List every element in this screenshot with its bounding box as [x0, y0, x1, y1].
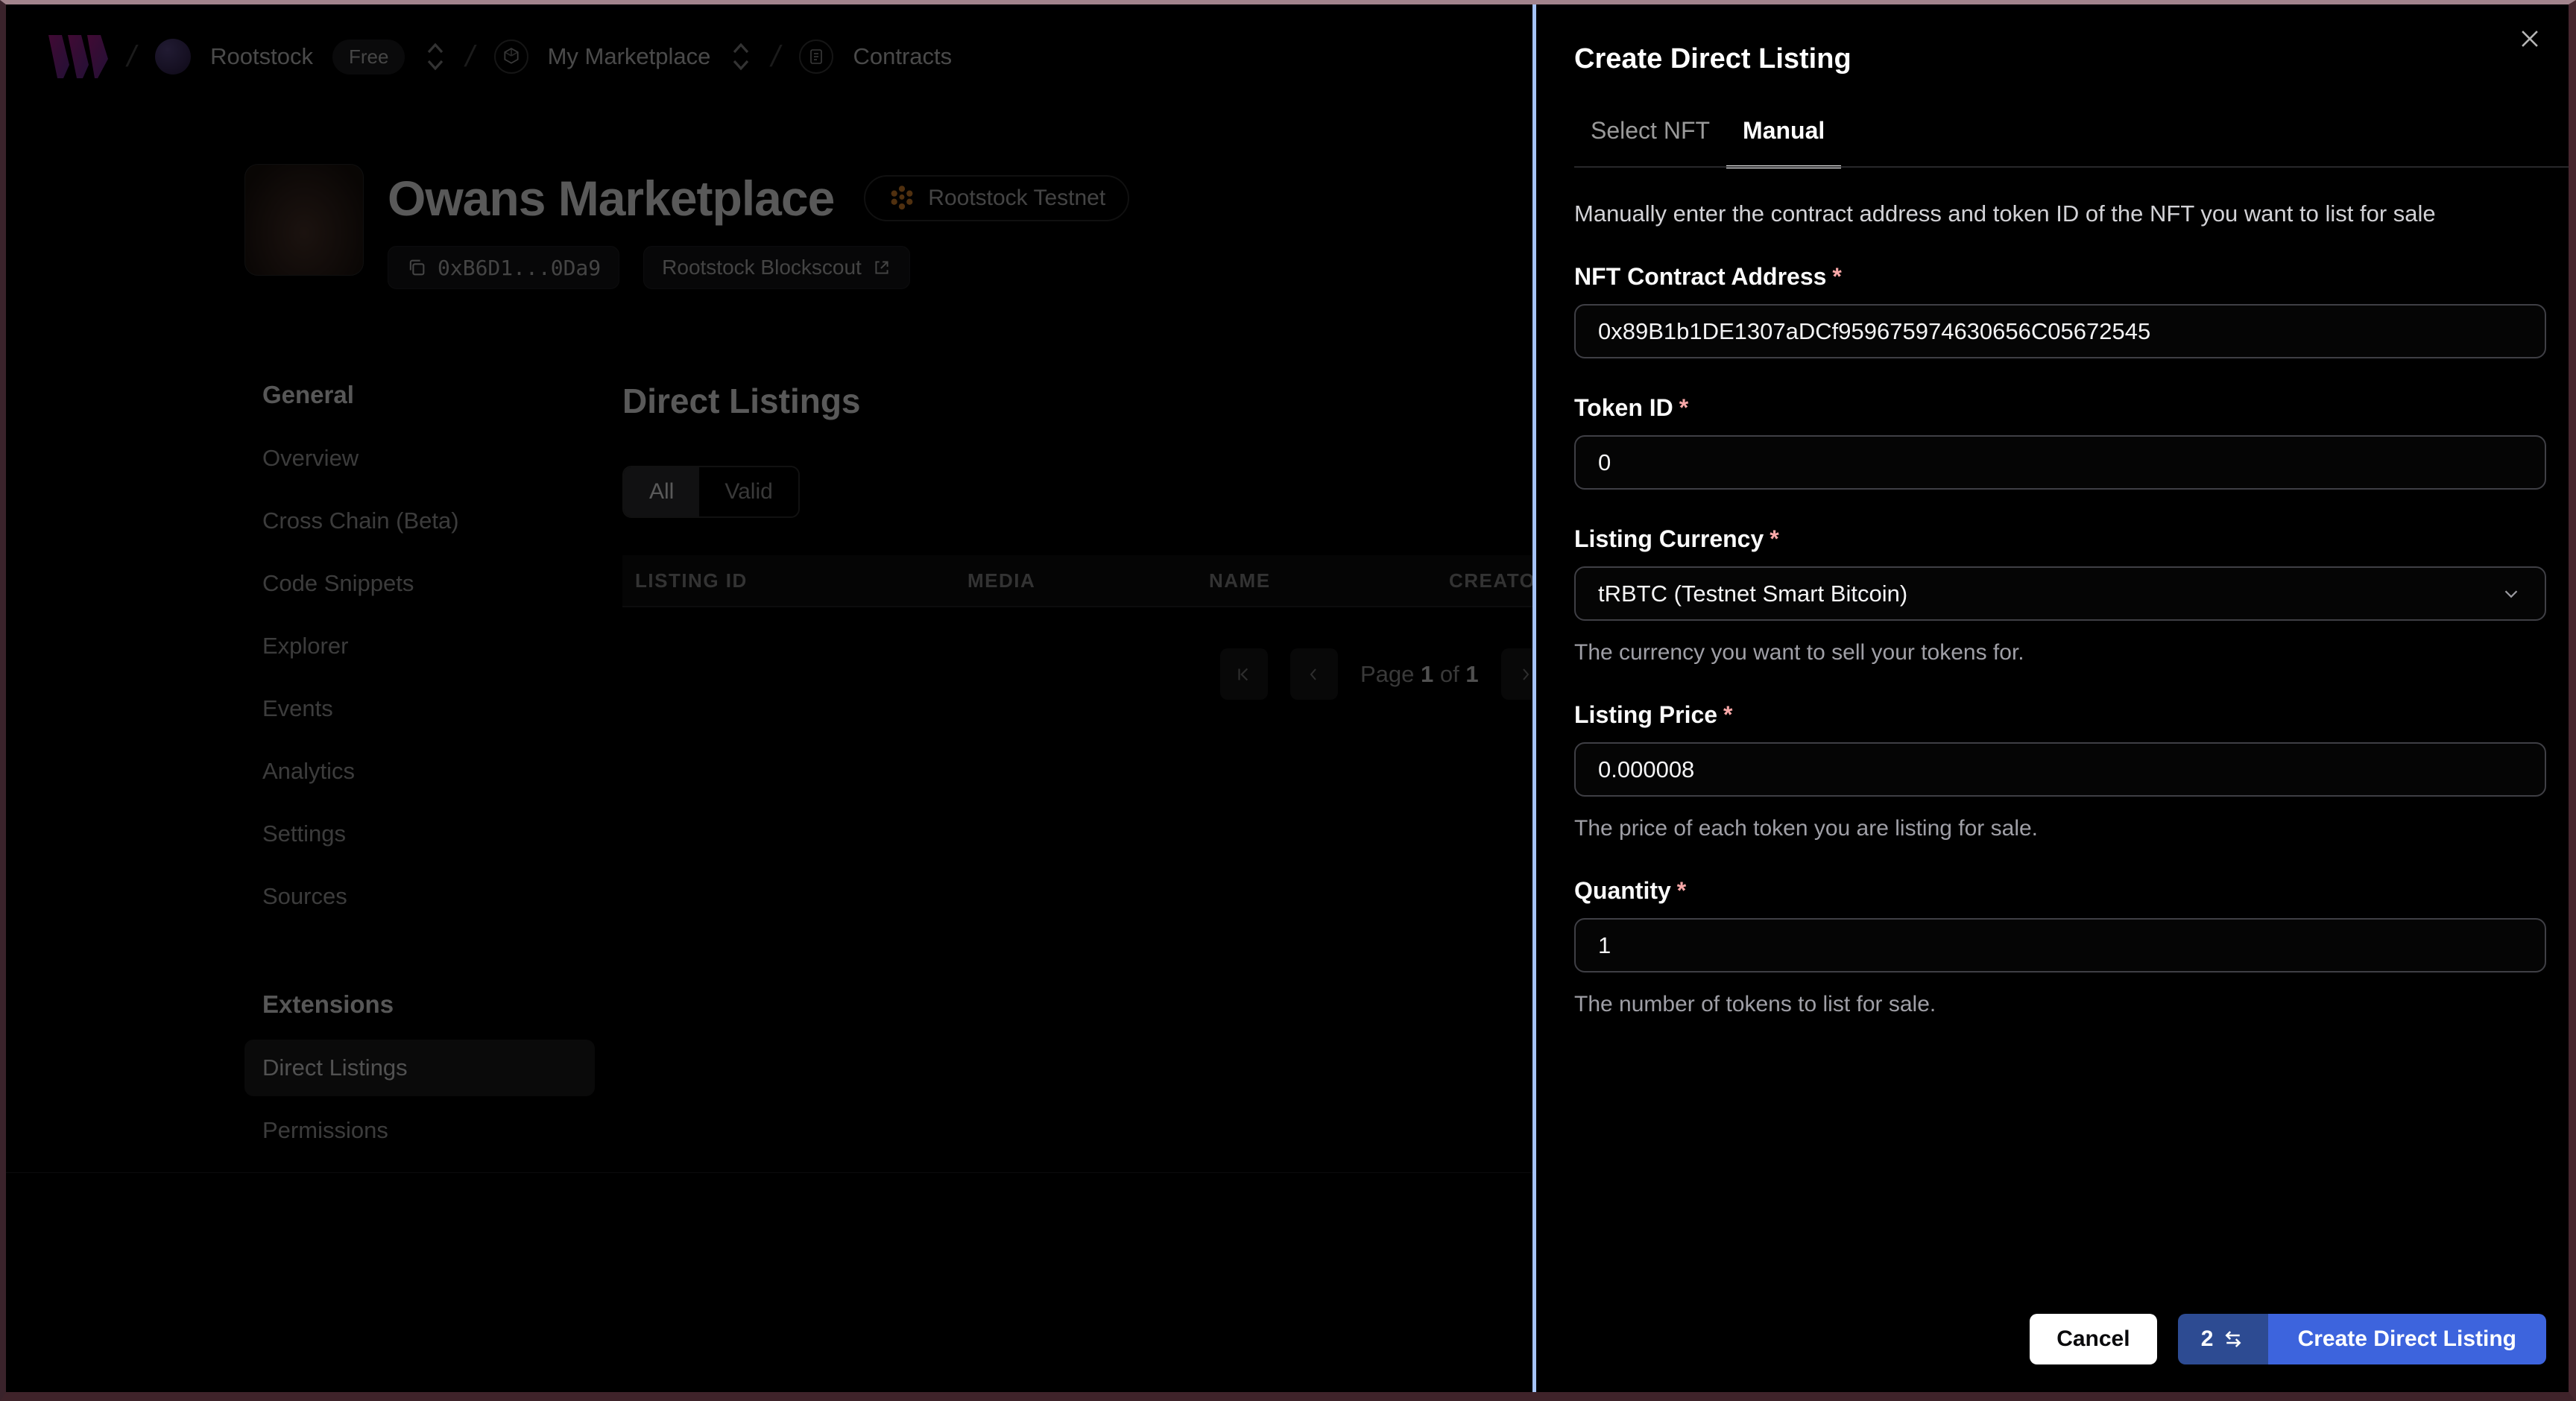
- tx-count: 2: [2200, 1326, 2214, 1351]
- quantity-input[interactable]: [1574, 918, 2546, 973]
- listing-currency-select[interactable]: tRBTC (Testnet Smart Bitcoin): [1574, 566, 2546, 621]
- quantity-field-group: Quantity* The number of tokens to list f…: [1574, 877, 2546, 1017]
- quantity-helper: The number of tokens to list for sale.: [1574, 992, 1936, 1016]
- thirdweb-dashboard: / Rootstock Free / My Marketplace / Cont…: [6, 4, 2569, 1392]
- drawer-tabs: Select NFT Manual: [1574, 117, 2546, 168]
- create-direct-listing-drawer: Create Direct Listing Select NFT Manual …: [1532, 4, 2569, 1392]
- token-id-field-group: Token ID *: [1574, 394, 2546, 490]
- contract-address-label: NFT Contract Address *: [1574, 263, 1842, 290]
- tabs-divider: [1574, 166, 2569, 168]
- listing-price-field-group: Listing Price* The price of each token y…: [1574, 701, 2546, 841]
- chevron-down-icon: [2500, 583, 2522, 605]
- listing-price-label: Listing Price *: [1574, 701, 1733, 728]
- close-icon[interactable]: [2515, 24, 2545, 54]
- listing-currency-helper: The currency you want to sell your token…: [1574, 640, 2024, 665]
- listing-currency-label: Listing Currency *: [1574, 525, 1779, 552]
- listing-currency-field-group: Listing Currency * tRBTC (Testnet Smart B…: [1574, 525, 2546, 665]
- tab-manual[interactable]: Manual: [1726, 117, 1842, 168]
- required-asterisk: *: [1832, 263, 1842, 290]
- cancel-button[interactable]: Cancel: [2030, 1314, 2157, 1364]
- listing-price-helper: The price of each token you are listing …: [1574, 816, 2039, 841]
- token-id-label: Token ID *: [1574, 394, 1689, 421]
- contract-address-field-group: NFT Contract Address *: [1574, 263, 2546, 358]
- drawer-description: Manually enter the contract address and …: [1574, 200, 2436, 227]
- required-asterisk: *: [1676, 877, 1687, 904]
- listing-price-input[interactable]: [1574, 742, 2546, 797]
- token-id-input[interactable]: [1574, 435, 2546, 490]
- tx-count-button[interactable]: 2: [2177, 1314, 2268, 1364]
- drawer-footer: Cancel 2 Create Direct Listing: [2030, 1314, 2546, 1364]
- drawer-title: Create Direct Listing: [1574, 43, 1852, 75]
- create-direct-listing-button[interactable]: Create Direct Listing: [2267, 1314, 2546, 1364]
- swap-arrows-icon: [2222, 1328, 2244, 1350]
- contract-address-input[interactable]: [1574, 304, 2546, 358]
- required-asterisk: *: [1679, 394, 1689, 421]
- window-frame: / Rootstock Free / My Marketplace / Cont…: [0, 0, 2576, 1401]
- tab-select-nft[interactable]: Select NFT: [1574, 117, 1726, 168]
- quantity-label: Quantity *: [1574, 877, 1687, 904]
- listing-currency-value: tRBTC (Testnet Smart Bitcoin): [1598, 580, 1908, 607]
- required-asterisk: *: [1723, 701, 1733, 728]
- required-asterisk: *: [1770, 525, 1779, 552]
- submit-split-button: 2 Create Direct Listing: [2177, 1314, 2546, 1364]
